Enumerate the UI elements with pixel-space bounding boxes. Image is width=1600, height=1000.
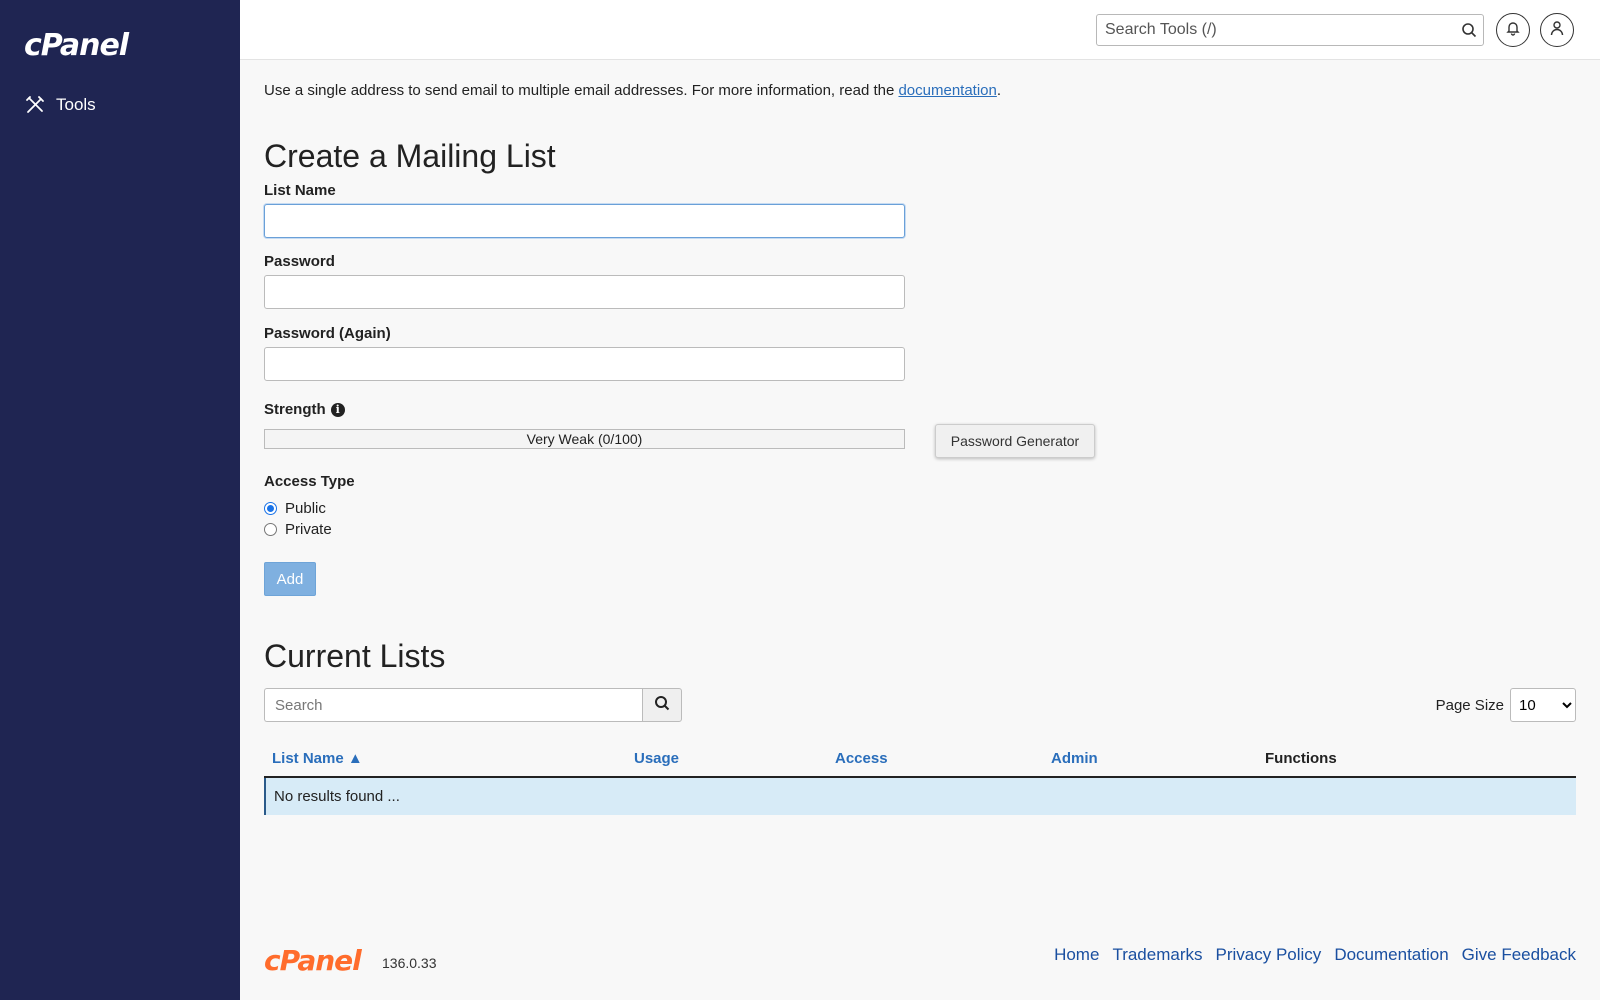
cpanel-logo[interactable]: cPanel [24,28,129,63]
password-input[interactable] [264,275,905,309]
sidebar-item-label: Tools [56,95,96,114]
list-name-input[interactable] [264,204,905,238]
footer-cpanel-logo: cPanel [264,944,362,977]
private-radio[interactable] [264,523,277,536]
public-radio[interactable] [264,502,277,515]
notifications-button[interactable] [1496,13,1530,47]
documentation-link[interactable]: documentation [898,82,996,99]
search-tools-box [1096,14,1484,46]
column-admin[interactable]: Admin [1051,750,1098,767]
column-usage[interactable]: Usage [634,750,679,767]
footer-link-documentation[interactable]: Documentation [1334,945,1448,965]
list-name-label: List Name [264,182,336,199]
column-list-name[interactable]: List Name ▲ [272,750,363,767]
footer-links: Home Trademarks Privacy Policy Documenta… [1054,945,1576,965]
page-size-select[interactable]: 10 [1510,688,1576,722]
access-private-option[interactable]: Private [264,521,332,538]
user-menu-button[interactable] [1540,13,1574,47]
password-label: Password [264,253,335,270]
info-icon[interactable]: i [330,402,345,417]
password-again-input[interactable] [264,347,905,381]
footer-link-home[interactable]: Home [1054,945,1099,965]
strength-label: Strength [264,401,326,418]
sidebar: cPanel Tools [0,0,240,1000]
public-radio-label: Public [285,500,326,517]
footer-link-give-feedback[interactable]: Give Feedback [1462,945,1576,965]
top-bar [240,0,1600,60]
sidebar-item-tools[interactable]: Tools [24,94,96,116]
page-size-label: Page Size [1435,696,1504,714]
private-radio-label: Private [285,521,332,538]
intro-text: Use a single address to send email to mu… [264,82,1002,99]
tools-icon [24,94,46,116]
access-type-label: Access Type [264,473,355,490]
password-strength-meter: Very Weak (0/100) [264,429,905,449]
list-search-input[interactable] [264,688,642,722]
current-lists-heading: Current Lists [264,638,446,674]
access-public-option[interactable]: Public [264,500,326,517]
search-icon [654,695,670,716]
bell-icon [1505,20,1521,41]
password-again-label: Password (Again) [264,325,391,342]
page-size-control: Page Size 10 [1436,688,1576,722]
lists-table-header: List Name ▲ Usage Access Admin Functions [264,738,1576,778]
no-results-row: No results found ... [264,778,1576,815]
add-button[interactable]: Add [264,562,316,596]
footer-version: 136.0.33 [382,955,437,971]
user-icon [1549,20,1565,41]
strength-row: Strength i [264,401,345,418]
footer-link-privacy-policy[interactable]: Privacy Policy [1216,945,1322,965]
list-search-button[interactable] [642,688,682,722]
column-functions: Functions [1265,750,1337,767]
column-access[interactable]: Access [835,750,888,767]
list-search-group [264,688,682,722]
search-icon[interactable] [1455,22,1483,38]
footer-link-trademarks[interactable]: Trademarks [1112,945,1202,965]
create-mailing-list-heading: Create a Mailing List [264,138,556,174]
search-tools-input[interactable] [1097,15,1455,45]
password-generator-button[interactable]: Password Generator [935,424,1095,458]
